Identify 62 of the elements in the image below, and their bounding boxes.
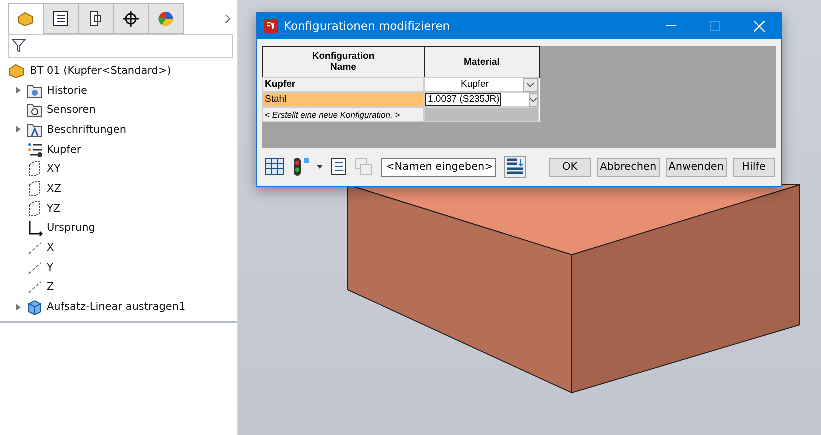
maximize-icon bbox=[710, 21, 720, 31]
axis-icon bbox=[27, 260, 43, 276]
dialog-button[interactable]: Anwenden bbox=[666, 158, 727, 176]
tree-item[interactable]: Historie bbox=[47, 84, 88, 97]
configuration-name-cell[interactable]: < Erstellt eine neue Konfiguration. > bbox=[262, 107, 424, 122]
tree-item[interactable]: Y bbox=[47, 262, 54, 274]
minimize-icon bbox=[666, 25, 676, 27]
tree-item[interactable]: Sensoren bbox=[47, 104, 96, 116]
crosshair-icon bbox=[123, 10, 139, 26]
filter-field[interactable] bbox=[8, 34, 233, 58]
sensor-folder-icon bbox=[27, 102, 43, 118]
history-folder-icon bbox=[27, 82, 43, 99]
material-dropdown[interactable]: 1.0037 (S235JR) bbox=[424, 92, 539, 107]
dialog-title: Konfigurationen modifizieren bbox=[284, 19, 450, 33]
plane-icon bbox=[27, 200, 43, 217]
tree-item[interactable]: X bbox=[47, 242, 54, 254]
expand-arrow-icon[interactable] bbox=[16, 304, 21, 311]
configuration-icon bbox=[89, 10, 103, 26]
tree-item[interactable]: Z bbox=[47, 281, 54, 294]
panel-tab[interactable] bbox=[43, 3, 79, 34]
configuration-name-cell[interactable]: Stahl bbox=[262, 92, 424, 107]
extrusion-icon bbox=[27, 299, 43, 316]
tree-item[interactable]: XY bbox=[47, 163, 61, 176]
close-icon bbox=[754, 20, 764, 32]
dialog-button[interactable]: OK bbox=[549, 158, 592, 176]
tree-item[interactable]: YZ bbox=[47, 202, 61, 215]
traffic-light-icon[interactable] bbox=[293, 157, 309, 177]
column-header: Material bbox=[424, 46, 540, 78]
part-icon bbox=[8, 62, 26, 79]
dialog-button[interactable]: Hilfe bbox=[733, 158, 775, 176]
expand-arrow-icon[interactable] bbox=[16, 126, 21, 134]
sort-table-icon[interactable] bbox=[504, 156, 526, 178]
color-wheel-icon bbox=[158, 10, 174, 26]
material-icon bbox=[27, 142, 43, 158]
filter-icon bbox=[12, 39, 26, 53]
table-import-icon[interactable] bbox=[265, 158, 285, 176]
panel-tab[interactable] bbox=[78, 3, 114, 34]
tree-item[interactable]: XZ bbox=[47, 182, 62, 195]
chevron-right-icon[interactable] bbox=[225, 14, 231, 24]
part-name[interactable]: BT 01 (Kupfer<Standard>) bbox=[30, 64, 172, 77]
panel-tab[interactable] bbox=[113, 3, 149, 34]
origin-icon bbox=[27, 220, 43, 236]
app-logo-icon bbox=[263, 18, 279, 34]
part-icon bbox=[17, 11, 35, 27]
dialog-button[interactable]: Abbrechen bbox=[597, 158, 660, 176]
plane-icon bbox=[27, 161, 43, 178]
tree-item[interactable]: Ursprung bbox=[47, 222, 96, 234]
tree-item[interactable]: Aufsatz-Linear austragen1 bbox=[47, 301, 186, 314]
caret-icon[interactable] bbox=[317, 165, 323, 169]
name-combo-box[interactable]: <Namen eingeben> bbox=[381, 158, 496, 176]
plane-icon bbox=[27, 180, 43, 197]
material-dropdown[interactable]: Kupfer bbox=[424, 77, 539, 92]
column-header: Konfiguration Name bbox=[262, 46, 425, 78]
list-icon[interactable] bbox=[331, 158, 347, 176]
expand-arrow-icon[interactable] bbox=[16, 87, 21, 94]
tree-item[interactable]: Beschriftungen bbox=[47, 124, 127, 136]
axis-icon bbox=[27, 240, 43, 256]
axis-icon bbox=[27, 279, 43, 296]
configuration-name-cell[interactable]: Kupfer bbox=[262, 77, 424, 92]
tree-item[interactable]: Kupfer bbox=[47, 144, 82, 156]
list-icon bbox=[53, 10, 69, 26]
annotation-folder-icon bbox=[27, 122, 43, 138]
